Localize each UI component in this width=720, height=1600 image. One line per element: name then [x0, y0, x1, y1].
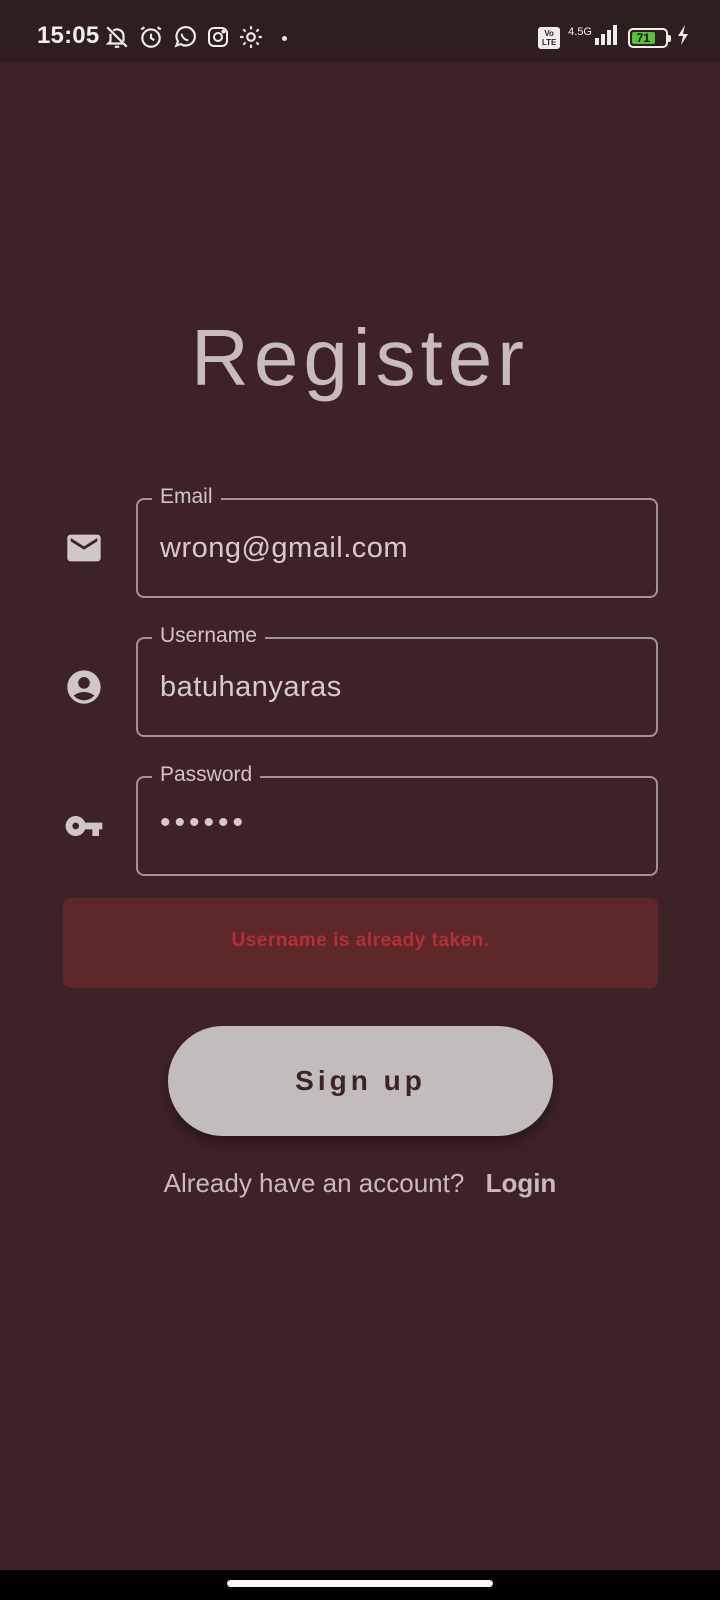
battery-icon: 71 [628, 27, 671, 48]
error-banner: Username is already taken. [63, 898, 658, 988]
login-row: Already have an account? Login [0, 1168, 720, 1199]
key-icon [64, 806, 104, 846]
login-link[interactable]: Login [486, 1168, 557, 1198]
settings-icon [238, 24, 264, 50]
account-circle-icon [64, 667, 104, 707]
navigation-bar [0, 1570, 720, 1600]
login-prompt: Already have an account? [163, 1168, 465, 1198]
status-icons-right: Vo LTE 4.5G 71 [538, 24, 690, 51]
username-field[interactable]: Username batuhanyaras [136, 624, 658, 737]
home-gesture-handle[interactable] [227, 1580, 493, 1587]
username-value: batuhanyaras [160, 671, 342, 703]
charging-icon [676, 24, 690, 51]
password-field-row: Password •••••• [0, 763, 720, 876]
email-label: Email [152, 485, 221, 509]
alarm-icon [138, 24, 164, 50]
instagram-icon [206, 25, 230, 49]
whatsapp-icon [172, 24, 198, 50]
password-value: •••••• [160, 806, 248, 839]
volte-icon: Vo LTE [538, 26, 561, 49]
username-label: Username [152, 624, 265, 648]
status-icons-left [104, 24, 264, 50]
notification-dot [282, 36, 287, 41]
sign-up-button[interactable]: Sign up [168, 1026, 553, 1136]
password-field[interactable]: Password •••••• [136, 763, 658, 876]
status-time: 15:05 [37, 22, 100, 49]
email-value: wrong@gmail.com [160, 532, 409, 564]
email-field[interactable]: Email wrong@gmail.com [136, 485, 658, 598]
username-field-row: Username batuhanyaras [0, 624, 720, 737]
page-title: Register [191, 313, 529, 402]
bell-off-icon [104, 24, 130, 50]
email-field-row: Email wrong@gmail.com [0, 485, 720, 598]
network-type: 4.5G [568, 25, 592, 38]
status-bar: 15:05 Vo LTE 4.5G 71 [0, 0, 720, 62]
password-label: Password [152, 763, 261, 787]
signal-icon [594, 24, 620, 51]
error-message: Username is already taken. [231, 930, 490, 951]
battery-level: 71 [632, 31, 655, 44]
mail-icon [64, 528, 104, 568]
